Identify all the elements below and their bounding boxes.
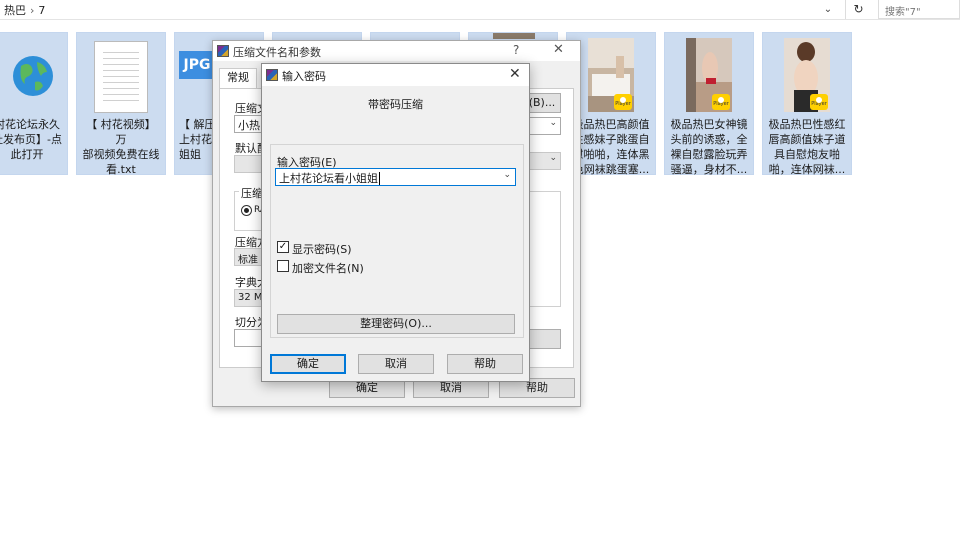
close-icon[interactable]: ✕ [509, 66, 521, 82]
dialog-title: 输入密码 [282, 70, 326, 83]
video-thumbnail-icon: Player [686, 38, 732, 112]
breadcrumb[interactable]: 热巴 › 7 [4, 2, 45, 18]
password-dialog[interactable]: 输入密码 ✕ 带密码压缩 输入密码(E) ✓ 显示密码(S) 加密文件名(N) … [261, 63, 530, 382]
breadcrumb-root[interactable]: 热巴 [4, 4, 26, 17]
address-bar[interactable]: 热巴 › 7 ⌄ ↻ 搜索"7" [0, 0, 960, 20]
globe-icon [0, 38, 57, 103]
text-cursor [379, 172, 380, 185]
chevron-down-icon: ⌄ [549, 153, 557, 163]
dialog-header: 带密码压缩 [368, 98, 423, 111]
video-thumbnail-icon: Player [588, 38, 634, 112]
chevron-down-icon[interactable]: ⌄ [503, 170, 511, 180]
chevron-down-icon[interactable]: ⌄ [818, 0, 838, 19]
tab-general[interactable]: 常规 [219, 68, 257, 88]
winrar-icon [217, 45, 229, 57]
rar-radio[interactable] [241, 205, 252, 216]
chevron-right-icon: › [30, 4, 35, 17]
player-badge-icon: Player [712, 94, 730, 110]
close-icon[interactable]: ✕ [553, 42, 564, 57]
jpg-file-icon: JPG [179, 51, 215, 79]
video-thumbnail-icon: Player [784, 38, 830, 112]
file-name: 极品热巴女神镜 头前的诱惑，全 裸自慰露脸玩弄 骚逼，身材不... [670, 118, 748, 176]
file-name: 【 村花视频】万 部视频免费在线 看.txt [82, 118, 160, 176]
file-name: 村花论坛永久 址发布页】-点 此打开 [0, 118, 62, 161]
encrypt-filenames-label: 加密文件名(N) [292, 262, 364, 275]
password-input[interactable]: 上村花论坛看小姐姐 ⌄ [275, 168, 516, 186]
dialog-titlebar[interactable]: 压缩文件名和参数 ? ✕ [213, 41, 580, 61]
text-file-icon [94, 41, 148, 113]
dialog-title: 压缩文件名和参数 [233, 46, 321, 59]
show-password-label: 显示密码(S) [292, 243, 352, 256]
show-password-checkbox[interactable]: ✓ [277, 241, 289, 253]
cancel-button[interactable]: 取消 [358, 354, 434, 374]
file-name: 极品热巴高颜值 性感妹子跳蛋自 慰啪啪，连体黑 色网袜跳蛋塞... [572, 118, 650, 176]
organize-passwords-button[interactable]: 整理密码(O)... [277, 314, 515, 334]
image-icon [493, 33, 535, 39]
breadcrumb-current[interactable]: 7 [38, 4, 45, 17]
search-input[interactable]: 搜索"7" [878, 0, 960, 19]
ok-button[interactable]: 确定 [270, 354, 346, 374]
help-icon[interactable]: ? [513, 43, 519, 57]
file-item-webpage[interactable]: 村花论坛永久 址发布页】-点 此打开 [0, 32, 68, 175]
file-name: 极品热巴性感红 唇高颜值妹子道 具自慰炮友啪 啪，连体网袜... [768, 118, 846, 176]
encrypt-filenames-checkbox[interactable] [277, 260, 289, 272]
dialog-titlebar[interactable]: 输入密码 ✕ [262, 64, 529, 86]
chevron-down-icon: ⌄ [549, 118, 557, 128]
file-item-video[interactable]: Player 极品热巴女神镜 头前的诱惑，全 裸自慰露脸玩弄 骚逼，身材不... [664, 32, 754, 176]
refresh-icon[interactable]: ↻ [845, 0, 871, 19]
player-badge-icon: Player [614, 94, 632, 110]
check-icon: ✓ [278, 241, 288, 252]
file-item-txt[interactable]: 【 村花视频】万 部视频免费在线 看.txt [76, 32, 166, 176]
help-button[interactable]: 帮助 [447, 354, 523, 374]
file-item-video[interactable]: Player 极品热巴性感红 唇高颜值妹子道 具自慰炮友啪 啪，连体网袜... [762, 32, 852, 176]
password-value: 上村花论坛看小姐姐 [279, 172, 378, 185]
player-badge-icon: Player [810, 94, 828, 110]
winrar-icon [266, 69, 278, 81]
